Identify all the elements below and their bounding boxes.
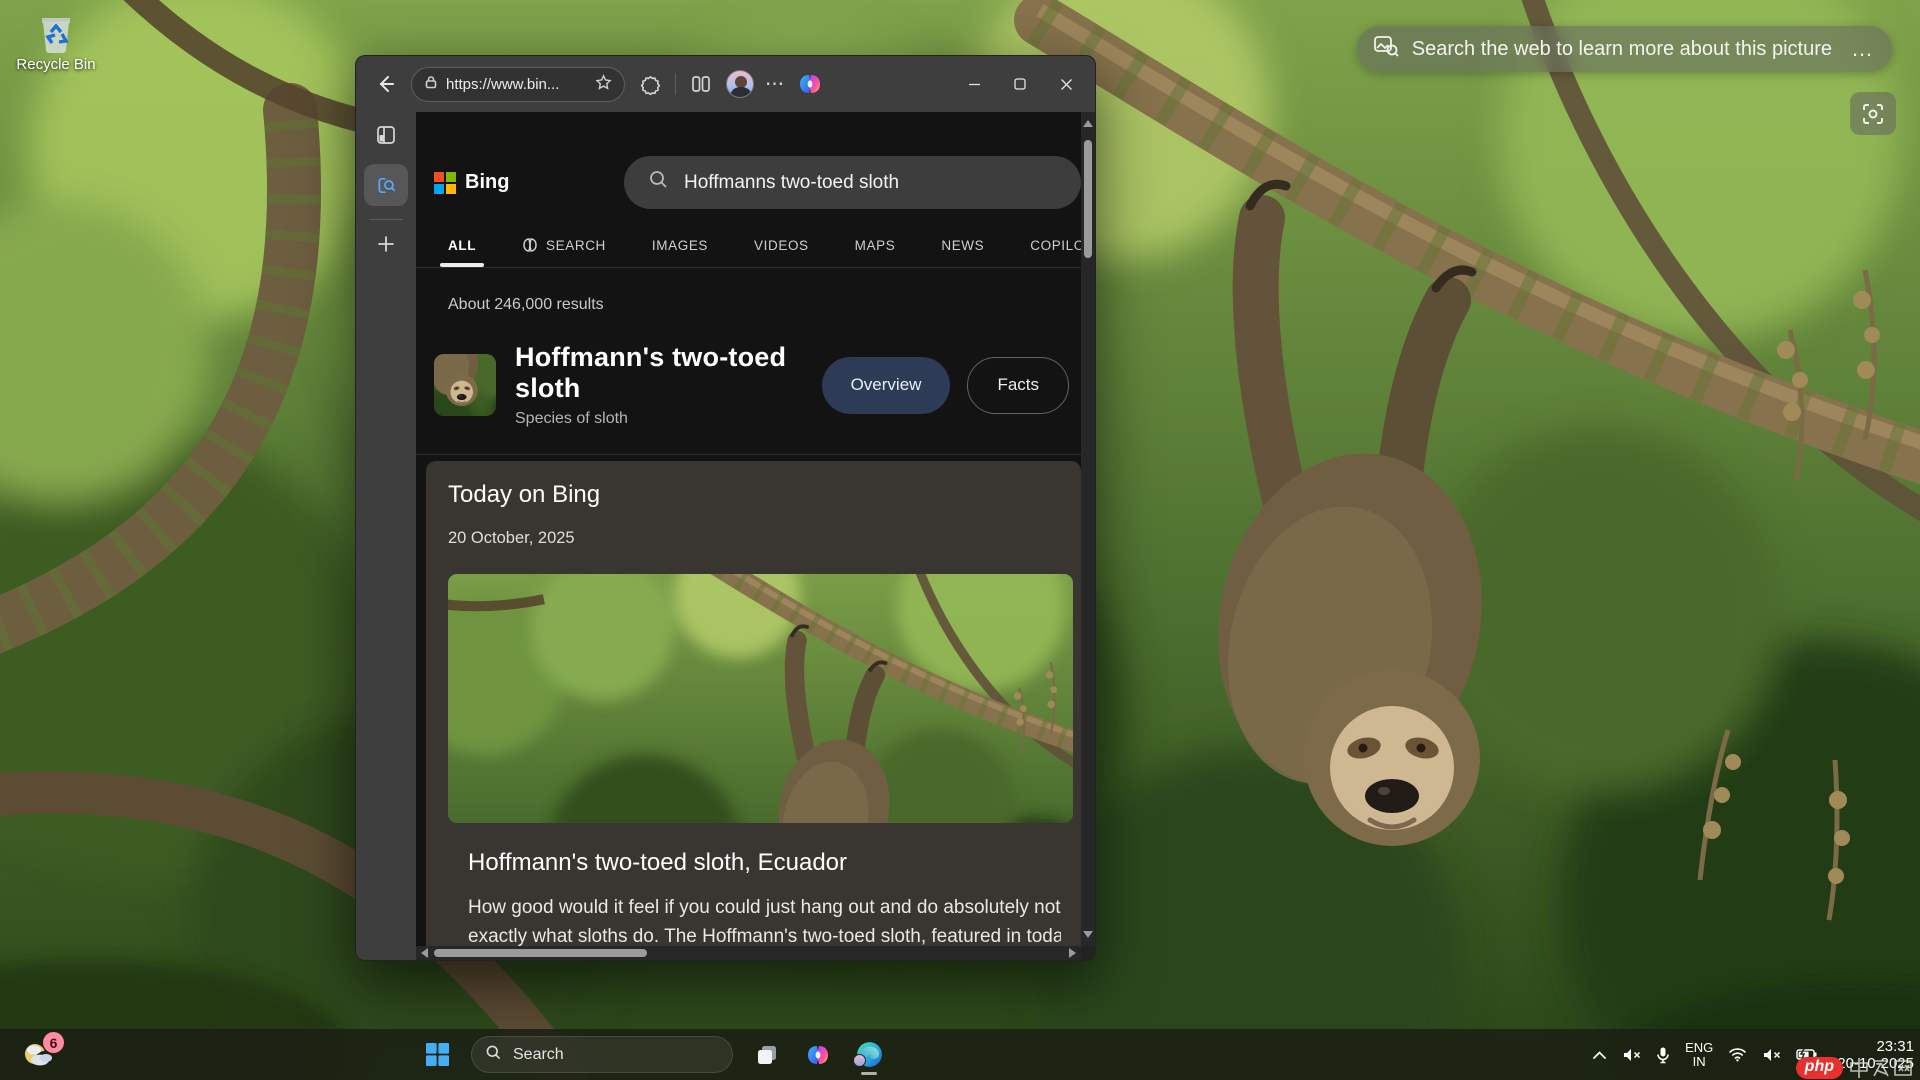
page-viewport: Bing Hoffmanns two-toed sloth [416, 112, 1095, 960]
horizontal-scroll-thumb[interactable] [434, 949, 647, 957]
entity-title[interactable]: Hoffmann's two-toed sloth [515, 342, 803, 404]
widgets-notification-badge: 6 [43, 1032, 64, 1053]
tab-copilot[interactable]: COPILOT [1030, 230, 1081, 267]
today-body: How good would it feel if you could just… [468, 893, 1061, 946]
body-line: How good would it feel if you could just… [468, 893, 1061, 922]
split-screen-icon[interactable] [687, 70, 715, 98]
close-button[interactable] [1043, 64, 1089, 104]
visual-search-icon [1373, 33, 1399, 65]
copilot-taskbar-button[interactable] [801, 1038, 835, 1072]
taskbar-search-box[interactable]: Search [471, 1036, 733, 1073]
edge-browser-window: https://www.bin... ⋯ [355, 55, 1096, 961]
scroll-left-arrow[interactable] [421, 948, 428, 958]
tab-videos[interactable]: VIDEOS [754, 230, 809, 267]
wifi-icon[interactable] [1728, 1047, 1747, 1062]
tab-news[interactable]: NEWS [941, 230, 984, 267]
learn-about-picture-banner[interactable]: Search the web to learn more about this … [1357, 26, 1892, 72]
microsoft-logo-icon [434, 172, 456, 194]
taskbar: 6 Search [0, 1029, 1920, 1080]
tray-time: 23:31 [1837, 1038, 1914, 1055]
edge-taskbar-button[interactable] [852, 1034, 886, 1076]
entity-thumbnail[interactable] [434, 354, 496, 416]
overview-button[interactable]: Overview [822, 357, 951, 414]
profile-avatar[interactable] [726, 70, 754, 98]
task-view-button[interactable] [750, 1038, 784, 1072]
recycle-bin-label: Recycle Bin [14, 56, 98, 73]
visual-search-button[interactable] [1850, 92, 1896, 135]
recycle-bin-icon [35, 10, 77, 54]
vertical-scrollbar[interactable] [1081, 112, 1095, 946]
vertical-scroll-thumb[interactable] [1084, 140, 1092, 258]
tab-strip-divider [369, 219, 403, 220]
today-on-bing-card: Today on Bing 20 October, 2025 Hoffmann'… [426, 461, 1081, 946]
tab-actions-icon[interactable] [375, 124, 397, 151]
today-image[interactable] [448, 574, 1073, 823]
maximize-button[interactable] [997, 64, 1043, 104]
today-date: 20 October, 2025 [448, 529, 1081, 548]
tab-search[interactable]: SEARCH [522, 229, 606, 267]
today-caption: Hoffmann's two-toed sloth, Ecuador [468, 849, 1081, 877]
edge-active-indicator [861, 1072, 877, 1075]
scroll-right-arrow[interactable] [1069, 948, 1076, 958]
minimize-button[interactable] [951, 64, 997, 104]
results-count: About 246,000 results [448, 296, 1081, 314]
active-tab-visual-search[interactable] [364, 164, 408, 206]
recycle-bin-shortcut[interactable]: Recycle Bin [14, 10, 98, 73]
search-icon [648, 169, 669, 196]
bing-logo[interactable]: Bing [434, 171, 582, 194]
watermark: php [1796, 1057, 1914, 1079]
microphone-icon[interactable] [1656, 1046, 1670, 1064]
edge-profile-badge [853, 1054, 866, 1067]
hidden-icons-chevron[interactable] [1592, 1050, 1607, 1060]
copilot-icon[interactable] [796, 70, 824, 98]
settings-more-icon[interactable]: ⋯ [765, 73, 785, 96]
new-tab-button[interactable] [375, 233, 397, 260]
speaker-muted-icon[interactable] [1622, 1047, 1641, 1063]
watermark-php-badge: php [1796, 1057, 1843, 1079]
browser-essentials-icon[interactable] [636, 70, 664, 98]
facts-button[interactable]: Facts [967, 357, 1069, 414]
widgets-button[interactable]: 6 [12, 1032, 68, 1077]
start-button[interactable] [420, 1038, 454, 1072]
bing-search-box[interactable]: Hoffmanns two-toed sloth [624, 156, 1081, 209]
browser-titlebar: https://www.bin... ⋯ [356, 56, 1095, 112]
tab-maps[interactable]: MAPS [855, 230, 896, 267]
desktop: Recycle Bin Search the web to learn more… [0, 0, 1920, 1080]
search-icon [485, 1044, 502, 1066]
banner-text: Search the web to learn more about this … [1412, 38, 1832, 61]
scroll-down-arrow[interactable] [1083, 931, 1093, 938]
search-tabs-row: ALL SEARCH IMAGES VIDEOS MAPS NEWS COPIL… [416, 229, 1081, 268]
body-line: exactly what sloths do. The Hoffmann's t… [468, 922, 1061, 946]
language-indicator[interactable]: ENG IN [1685, 1041, 1713, 1069]
titlebar-divider [675, 73, 676, 95]
scroll-up-arrow[interactable] [1083, 120, 1093, 127]
bing-results-page: Bing Hoffmanns two-toed sloth [416, 112, 1081, 946]
volume-muted-icon[interactable] [1762, 1047, 1781, 1063]
address-bar[interactable]: https://www.bin... [411, 67, 625, 102]
entity-subtitle: Species of sloth [515, 410, 803, 428]
watermark-cjk-glyphs [1848, 1057, 1914, 1079]
tab-images[interactable]: IMAGES [652, 230, 708, 267]
search-query-text: Hoffmanns two-toed sloth [684, 172, 899, 194]
today-heading: Today on Bing [448, 481, 1081, 509]
section-divider [416, 454, 1081, 455]
banner-more-icon[interactable]: … [1851, 36, 1874, 62]
favorite-star-icon[interactable] [595, 74, 612, 95]
horizontal-scrollbar[interactable] [416, 946, 1081, 960]
lock-icon [424, 75, 438, 93]
back-button[interactable] [372, 70, 400, 98]
tab-all[interactable]: ALL [448, 230, 476, 267]
bing-wordmark: Bing [465, 171, 509, 194]
taskbar-search-placeholder: Search [513, 1046, 564, 1064]
entity-card: Hoffmann's two-toed sloth Species of slo… [434, 342, 1069, 428]
vertical-tab-strip [356, 112, 416, 960]
url-text: https://www.bin... [446, 76, 587, 93]
